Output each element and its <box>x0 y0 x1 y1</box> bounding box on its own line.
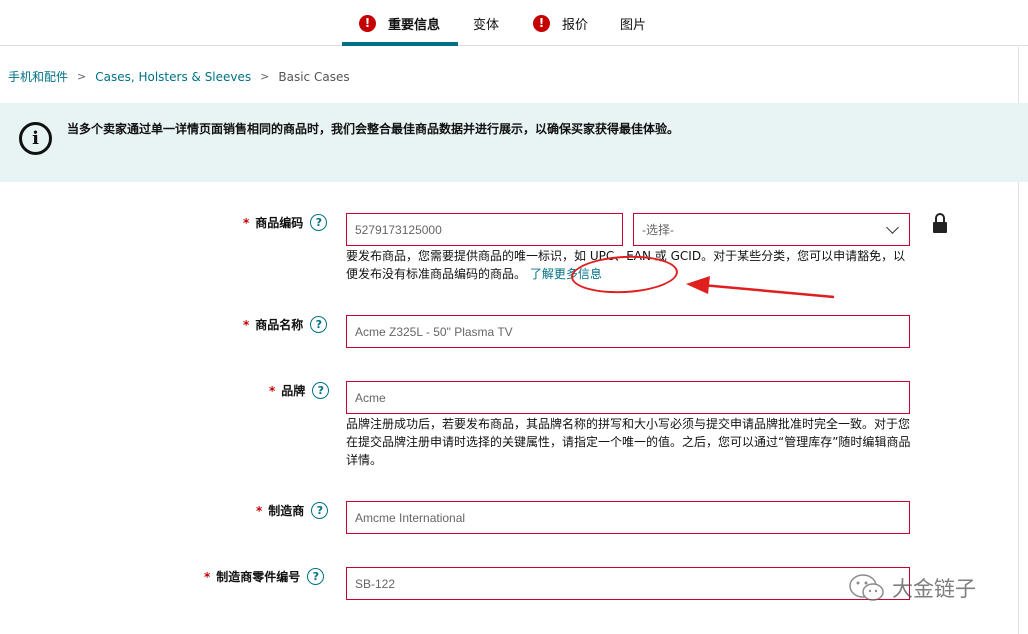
active-tab-indicator <box>342 42 458 46</box>
label-text: 商品编码 <box>255 216 304 230</box>
tab-label: 重要信息 <box>388 17 441 33</box>
help-icon[interactable]: ? <box>310 316 328 333</box>
required-mark: * <box>256 503 263 518</box>
brand-input[interactable]: Acme <box>346 381 910 414</box>
tab-images[interactable]: 图片 <box>620 0 646 46</box>
wechat-icon <box>849 574 884 601</box>
manufacturer-input[interactable]: Amcme International <box>346 501 910 534</box>
chevron-right-icon: > <box>260 70 270 83</box>
breadcrumb: 手机和配件 > Cases, Holsters & Sleeves > Basi… <box>8 68 350 85</box>
required-mark: * <box>269 383 276 398</box>
part-number-label: * 制造商零件编号 ? <box>204 568 325 585</box>
help-icon[interactable]: ? <box>307 568 325 585</box>
warning-icon: ! <box>533 14 550 32</box>
info-icon: i <box>19 122 52 155</box>
product-name-label: * 商品名称 ? <box>243 316 328 333</box>
chevron-down-icon <box>886 220 899 234</box>
watermark-text: 大金链子 <box>892 577 976 601</box>
breadcrumb-item[interactable]: Cases, Holsters & Sleeves <box>95 70 251 84</box>
required-mark: * <box>204 569 211 584</box>
required-mark: * <box>243 317 250 332</box>
breadcrumb-current: Basic Cases <box>278 69 350 84</box>
watermark: 大金链子 <box>848 572 976 604</box>
brand-label: * 品牌 ? <box>269 382 330 399</box>
tab-label: 变体 <box>473 17 500 33</box>
part-number-input[interactable]: SB-122 <box>346 567 910 600</box>
label-text: 制造商零件编号 <box>216 570 301 584</box>
product-id-type-select[interactable]: -选择- <box>633 213 910 246</box>
tab-bar: ! 重要信息 变体 ! 报价 图片 <box>0 0 1028 46</box>
manufacturer-label: * 制造商 ? <box>256 502 329 519</box>
brand-note: 品牌注册成功后，若要发布商品，其品牌名称的拼写和大小写必须与提交申请品牌批准时完… <box>346 417 911 467</box>
label-text: 制造商 <box>268 504 305 518</box>
help-icon[interactable]: ? <box>312 382 330 399</box>
tab-variations[interactable]: 变体 <box>473 0 499 46</box>
info-banner: i 当多个卖家通过单一详情页面销售相同的商品时，我们会整合最佳商品数据并进行展示… <box>0 103 1028 182</box>
product-id-label: * 商品编码 ? <box>243 214 328 231</box>
tab-offer[interactable]: ! 报价 <box>533 0 588 46</box>
product-name-input[interactable]: Acme Z325L - 50" Plasma TV <box>346 315 910 348</box>
annotation-arrow <box>686 276 835 299</box>
label-text: 商品名称 <box>255 318 304 332</box>
warning-icon: ! <box>359 14 376 32</box>
help-icon[interactable]: ? <box>310 214 328 231</box>
tab-label: 图片 <box>620 17 647 33</box>
banner-text: 当多个卖家通过单一详情页面销售相同的商品时，我们会整合最佳商品数据并进行展示，以… <box>67 122 680 136</box>
tab-important-info[interactable]: ! 重要信息 <box>359 0 440 46</box>
lock-icon <box>933 213 947 233</box>
breadcrumb-item[interactable]: 手机和配件 <box>8 68 68 85</box>
label-text: 品牌 <box>281 384 306 398</box>
tab-label: 报价 <box>562 17 589 33</box>
chevron-right-icon: > <box>77 70 87 83</box>
select-value: -选择- <box>642 223 674 237</box>
help-icon[interactable]: ? <box>311 502 329 519</box>
product-id-input[interactable]: 5279173125000 <box>346 213 623 246</box>
required-mark: * <box>243 215 250 230</box>
